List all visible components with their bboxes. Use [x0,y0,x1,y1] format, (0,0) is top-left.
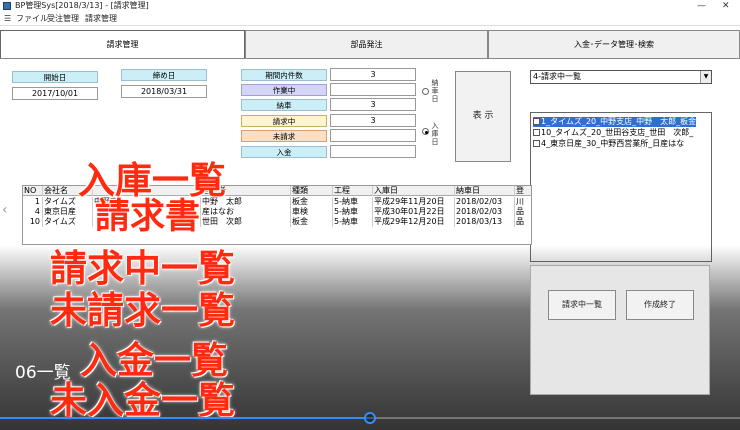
previous-arrow-icon[interactable]: ‹ [2,202,8,218]
chevron-down-icon[interactable]: ▼ [700,71,711,83]
period-count-label: 期間内件数 [241,69,327,81]
tab-parts-order[interactable]: 部品発注 [245,30,488,58]
payment-value [330,145,416,158]
window-title: BP管理Sys[2018/3/13] - [請求管理] [15,1,149,10]
payment-label: 入金 [241,146,327,158]
overlay-line-2: 請求書 [95,196,201,237]
col-delivery-date[interactable]: 納車日 [455,186,515,196]
col-registered[interactable]: 登 [515,186,531,196]
overlay-line-4: 未請求一覧 [50,288,235,332]
entry-date-radio[interactable] [422,128,429,135]
delivery-date-radio[interactable] [422,88,429,95]
progress-fill [0,417,370,419]
system-menu-icon[interactable]: ☰ [4,15,11,23]
action-button-panel: 請求中一覧 作成終了 [530,265,710,395]
unbilled-label: 未請求 [241,130,327,142]
minimize-button[interactable]: — [697,0,706,12]
billing-value: 3 [330,114,416,127]
list-item[interactable]: 1_タイムズ_20_中野支店_中野 太郎_板金 [533,117,697,127]
title-bar: BP管理Sys[2018/3/13] - [請求管理] — ✕ [0,0,740,12]
menu-file[interactable]: ファイル [16,12,48,26]
col-process[interactable]: 工程 [333,186,373,196]
tab-billing[interactable]: 請求管理 [0,30,245,59]
entry-date-label: 入庫日 [431,122,439,146]
end-date-field[interactable]: 2018/03/31 [121,85,207,98]
checkbox[interactable] [533,140,540,147]
start-date-label: 開始日 [12,71,98,83]
end-date-label: 締め日 [121,69,207,81]
working-value [330,83,416,96]
checkbox[interactable] [533,129,540,136]
billing-label: 請求中 [241,115,327,127]
col-type[interactable]: 種類 [291,186,333,196]
video-caption: 06一覧 [15,363,71,383]
delivered-value: 3 [330,98,416,111]
record-listbox[interactable]: 1_タイムズ_20_中野支店_中野 太郎_板金 10_タイムズ_20_世田谷支店… [530,112,712,262]
list-type-value: 4-請求中一覧 [533,72,581,81]
billing-list-button[interactable]: 請求中一覧 [548,290,616,320]
display-button[interactable]: 表 示 [455,71,511,162]
finish-button[interactable]: 作成終了 [626,290,694,320]
progress-knob[interactable] [364,412,376,424]
list-type-select[interactable]: 4-請求中一覧 ▼ [530,70,712,84]
overlay-line-6: 未入金一覧 [50,378,235,422]
col-no[interactable]: NO [23,186,43,196]
delivery-date-label: 納車日 [431,79,439,103]
checkbox[interactable] [533,118,540,125]
app-icon [3,2,11,10]
menu-billing[interactable]: 請求管理 [85,12,117,26]
col-entry-date[interactable]: 入庫日 [373,186,455,196]
menu-orders[interactable]: 受注管理 [47,12,79,26]
tab-bar: 請求管理 部品発注 入金･データ管理･検索 [0,30,740,59]
menu-bar: ☰ ファイル 受注管理 請求管理 [0,12,740,26]
video-progress-bar[interactable] [0,412,740,424]
list-item[interactable]: 10_タイムズ_20_世田谷支店_世田 次郎_ [533,128,693,138]
unbilled-value [330,129,416,142]
period-count-value: 3 [330,68,416,81]
delivered-label: 納車 [241,99,327,111]
close-button[interactable]: ✕ [722,0,730,12]
tab-payment-data[interactable]: 入金･データ管理･検索 [488,30,740,58]
working-label: 作業中 [241,84,327,96]
list-item[interactable]: 4_東京日産_30_中野西営業所_日産はな [533,139,684,149]
start-date-field[interactable]: 2017/10/01 [12,87,98,100]
